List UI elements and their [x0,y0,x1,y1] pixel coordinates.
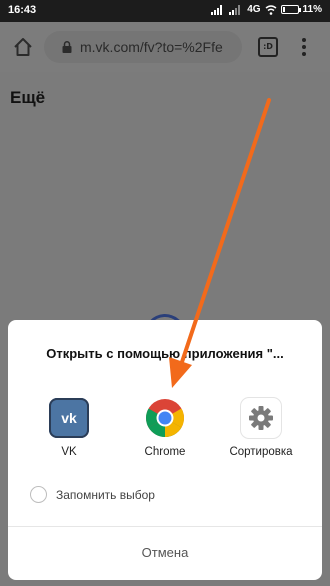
chrome-icon [146,399,184,437]
overflow-menu-icon[interactable] [298,37,310,57]
open-with-dialog: Открыть с помощью приложения "... vk VK … [8,320,322,580]
status-bar: 16:43 4G 11% [0,0,330,22]
browser-toolbar: m.vk.com/fv?to=%2Ffe :D [0,22,330,72]
signal-icon-2 [229,4,241,15]
remember-label: Запомнить выбор [56,487,155,502]
home-icon[interactable] [12,36,34,58]
status-indicators: 4G 11% [211,4,322,15]
wifi-icon [265,4,276,15]
remember-checkbox[interactable] [30,486,47,503]
address-bar[interactable]: m.vk.com/fv?to=%2Ffe [44,31,242,63]
battery-icon [280,5,301,14]
cancel-button[interactable]: Отмена [8,527,322,579]
battery-percent: 11% [302,4,322,15]
gear-icon [241,398,281,438]
dialog-title: Открыть с помощью приложения "... [46,346,284,361]
app-option-chrome[interactable]: Chrome [120,398,210,458]
vk-icon: vk [49,398,89,438]
status-time: 16:43 [8,4,37,16]
url-text: m.vk.com/fv?to=%2Ffe [80,39,223,55]
tab-switcher-button[interactable]: :D [258,37,278,57]
app-option-sort[interactable]: Сортировка [216,398,306,458]
network-type: 4G [247,4,261,15]
app-label-sort: Сортировка [229,446,293,458]
signal-icon [211,4,223,15]
remember-choice[interactable]: Запомнить выбор [30,486,155,503]
app-label-chrome: Chrome [144,446,186,458]
app-option-vk[interactable]: vk VK [24,398,114,458]
app-label-vk: VK [61,446,77,458]
page-title: Ещё [10,88,46,107]
lock-icon [62,41,72,53]
